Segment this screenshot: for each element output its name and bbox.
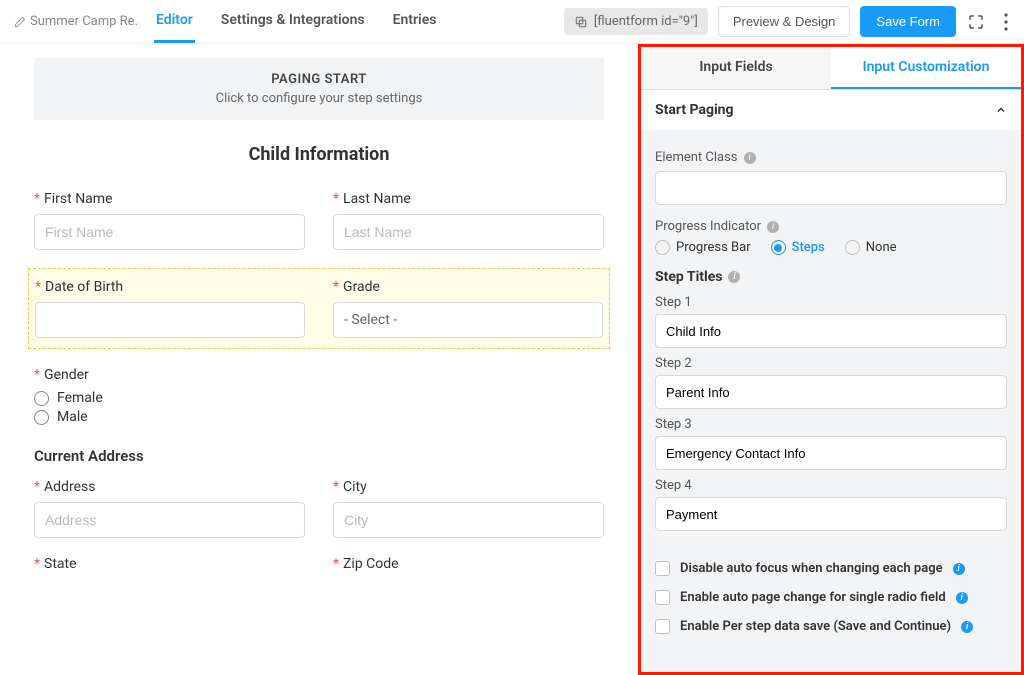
grade-select[interactable]: - Select -: [333, 302, 603, 338]
step4-input[interactable]: [655, 497, 1007, 531]
info-icon[interactable]: i: [744, 152, 756, 164]
shortcode-text: [fluentform id="9"]: [594, 14, 698, 29]
checkbox-icon: [655, 619, 670, 634]
grade-label: *Grade: [333, 279, 603, 295]
paging-start-block[interactable]: PAGING START Click to configure your ste…: [34, 58, 604, 120]
progress-indicator-label: Progress Indicatori: [655, 219, 1007, 234]
address-label: *Address: [34, 479, 305, 495]
paging-start-subtitle: Click to configure your step settings: [48, 91, 590, 106]
selected-row[interactable]: *Date of Birth *Grade - Select -: [28, 268, 610, 349]
check-autofocus[interactable]: Disable auto focus when changing each pa…: [655, 561, 1007, 576]
step2-input[interactable]: [655, 375, 1007, 409]
last-name-input[interactable]: [333, 214, 604, 250]
side-panel: Input Fields Input Customization Start P…: [638, 44, 1024, 675]
accordion-start-paging[interactable]: Start Paging: [641, 90, 1021, 130]
tab-settings[interactable]: Settings & Integrations: [219, 0, 367, 43]
element-class-input[interactable]: [655, 171, 1007, 205]
zip-label: *Zip Code: [333, 556, 604, 572]
first-name-input[interactable]: [34, 214, 305, 250]
info-icon[interactable]: i: [728, 271, 740, 283]
chevron-up-icon: [995, 104, 1007, 116]
info-icon[interactable]: i: [961, 621, 973, 633]
radio-icon: [845, 240, 860, 255]
copy-icon: [574, 15, 588, 29]
paging-start-title: PAGING START: [48, 72, 590, 87]
pencil-icon: [14, 16, 26, 28]
preview-button[interactable]: Preview & Design: [718, 6, 851, 37]
checkbox-icon: [655, 561, 670, 576]
radio-icon: [655, 240, 670, 255]
radio-icon: [771, 240, 786, 255]
progress-opt-steps[interactable]: Steps: [771, 240, 825, 255]
more-icon[interactable]: [996, 12, 1016, 32]
step2-label: Step 2: [655, 356, 1007, 371]
step3-label: Step 3: [655, 417, 1007, 432]
step4-label: Step 4: [655, 478, 1007, 493]
address-input[interactable]: [34, 502, 305, 538]
step1-input[interactable]: [655, 314, 1007, 348]
panel-tab-input-fields[interactable]: Input Fields: [641, 47, 831, 89]
form-title-label[interactable]: Summer Camp Re...: [8, 14, 138, 29]
element-class-label: Element Classi: [655, 150, 1007, 165]
progress-opt-none[interactable]: None: [845, 240, 897, 255]
top-bar-right: [fluentform id="9"] Preview & Design Sav…: [564, 6, 1016, 37]
check-save-continue[interactable]: Enable Per step data save (Save and Cont…: [655, 619, 1007, 634]
gender-female[interactable]: Female: [34, 390, 604, 406]
tab-entries[interactable]: Entries: [391, 0, 439, 43]
step-titles-heading: Step Titlesi: [655, 269, 1007, 285]
section-title: Child Information: [34, 144, 604, 165]
info-icon[interactable]: i: [953, 563, 965, 575]
state-label: *State: [34, 556, 305, 572]
last-name-label: *Last Name: [333, 191, 604, 207]
dob-label: *Date of Birth: [35, 279, 305, 295]
shortcode-box[interactable]: [fluentform id="9"]: [564, 8, 708, 35]
radio-icon: [34, 410, 49, 425]
top-bar: Summer Camp Re... Editor Settings & Inte…: [0, 0, 1024, 44]
gender-label: *Gender: [34, 367, 604, 383]
gender-male[interactable]: Male: [34, 409, 604, 425]
form-canvas: PAGING START Click to configure your ste…: [0, 44, 638, 675]
nav-tabs: Editor Settings & Integrations Entries: [154, 0, 438, 43]
info-icon[interactable]: i: [956, 592, 968, 604]
panel-tab-input-customization[interactable]: Input Customization: [831, 47, 1021, 89]
address-section-title: Current Address: [34, 447, 604, 465]
info-icon[interactable]: i: [767, 221, 779, 233]
dob-input[interactable]: [35, 302, 305, 338]
step1-label: Step 1: [655, 295, 1007, 310]
tab-editor[interactable]: Editor: [154, 0, 195, 43]
checkbox-icon: [655, 590, 670, 605]
first-name-label: *First Name: [34, 191, 305, 207]
progress-opt-bar[interactable]: Progress Bar: [655, 240, 751, 255]
check-autopage[interactable]: Enable auto page change for single radio…: [655, 590, 1007, 605]
radio-icon: [34, 391, 49, 406]
city-input[interactable]: [333, 502, 604, 538]
accordion-title: Start Paging: [655, 102, 734, 118]
city-label: *City: [333, 479, 604, 495]
fullscreen-icon[interactable]: [966, 12, 986, 32]
save-button[interactable]: Save Form: [860, 6, 956, 37]
step3-input[interactable]: [655, 436, 1007, 470]
